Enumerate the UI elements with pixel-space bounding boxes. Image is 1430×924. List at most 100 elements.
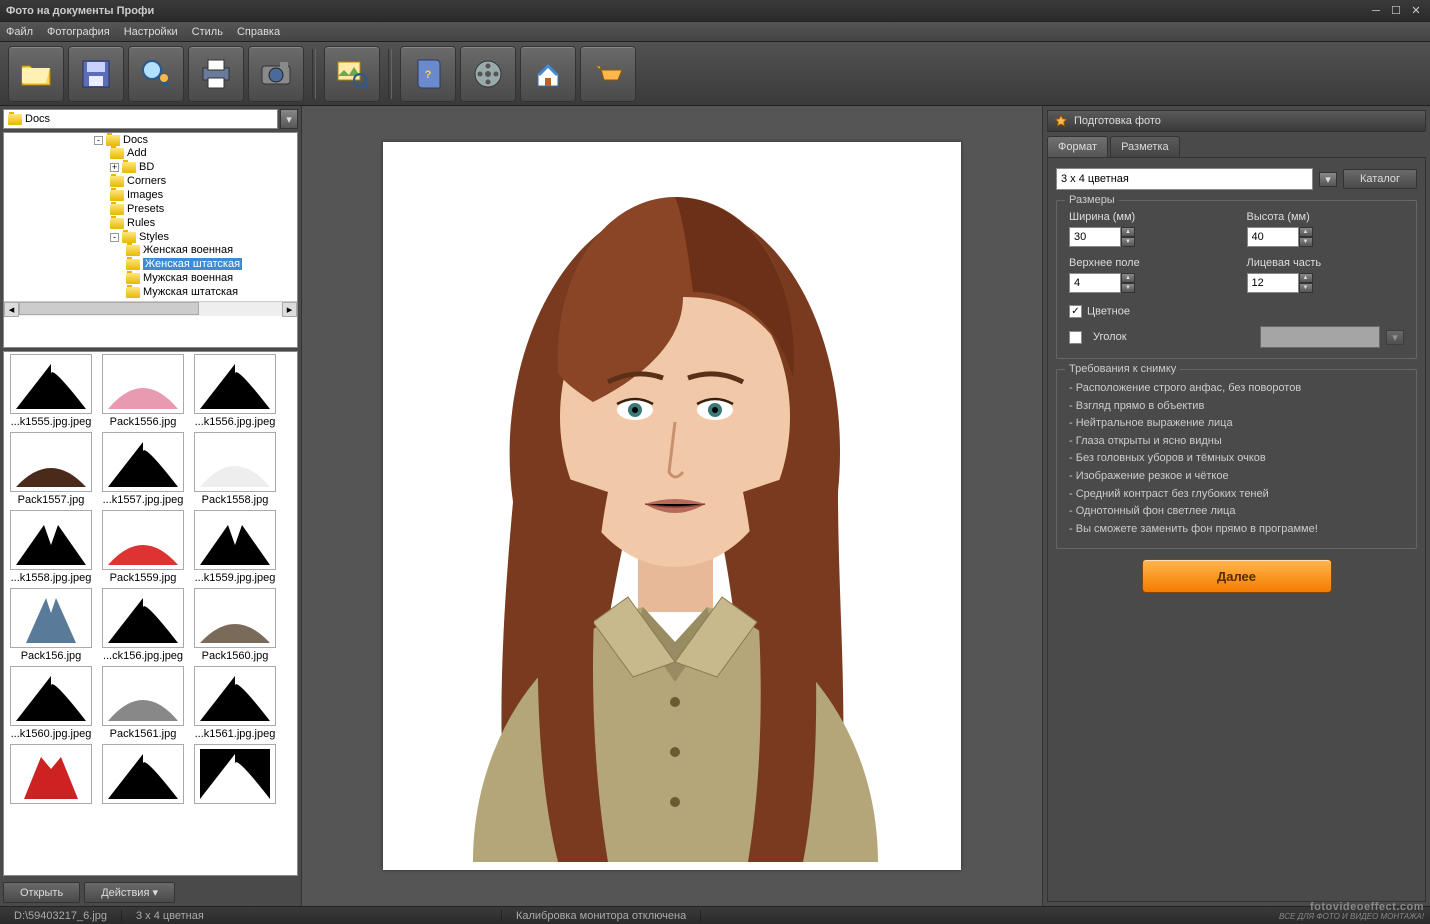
thumbnail-label: Pack1558.jpg [190, 492, 280, 508]
minimize-button[interactable]: ─ [1368, 4, 1384, 18]
thumbnail-item[interactable]: Pack1560.jpg [190, 588, 280, 664]
format-select[interactable]: 3 x 4 цветная [1056, 168, 1313, 190]
tree-node[interactable]: Corners [127, 175, 166, 187]
spin-down-icon[interactable]: ▼ [1121, 283, 1135, 293]
save-icon[interactable] [68, 46, 124, 102]
thumbnail-item[interactable]: ...k1555.jpg.jpeg [6, 354, 96, 430]
tree-node[interactable]: Images [127, 189, 163, 201]
maximize-button[interactable]: ☐ [1388, 4, 1404, 18]
video-icon[interactable] [460, 46, 516, 102]
window-title: Фото на документы Профи [6, 5, 1364, 17]
tree-leaf[interactable]: Мужская штатская [143, 286, 238, 298]
thumbnail-item[interactable]: Pack1561.jpg [98, 666, 188, 742]
status-format: 3 x 4 цветная [122, 910, 502, 922]
home-icon[interactable] [520, 46, 576, 102]
tree-node[interactable]: Add [127, 147, 147, 159]
tree-hscrollbar[interactable]: ◂ ▸ [4, 301, 297, 316]
requirement-item: Расположение строго анфас, без поворотов [1069, 380, 1404, 398]
tree-node[interactable]: Rules [127, 217, 155, 229]
catalog-button[interactable]: Каталог [1343, 169, 1417, 189]
topmargin-input[interactable] [1069, 273, 1121, 293]
color-checkbox[interactable] [1069, 305, 1082, 318]
menubar: Файл Фотография Настройки Стиль Справка [0, 22, 1430, 42]
thumbnail-item[interactable]: ...k1560.jpg.jpeg [6, 666, 96, 742]
tree-node-styles[interactable]: Styles [139, 231, 169, 243]
thumbnail-item[interactable]: Pack156.jpg [6, 588, 96, 664]
thumbnail-item[interactable]: ...k1557.jpg.jpeg [98, 432, 188, 508]
thumbnail-item[interactable]: ...k1558.jpg.jpeg [6, 510, 96, 586]
width-input[interactable] [1069, 227, 1121, 247]
spin-up-icon[interactable]: ▲ [1299, 273, 1313, 283]
spin-down-icon[interactable]: ▼ [1121, 237, 1135, 247]
folder-open-icon[interactable] [8, 46, 64, 102]
menu-file[interactable]: Файл [6, 26, 33, 38]
tree-node[interactable]: BD [139, 161, 154, 173]
thumbnail-item[interactable]: Pack1558.jpg [190, 432, 280, 508]
corner-checkbox[interactable] [1069, 331, 1082, 344]
scroll-left-icon[interactable]: ◂ [4, 302, 19, 317]
tab-format[interactable]: Формат [1047, 136, 1108, 157]
expander-icon[interactable]: + [110, 163, 119, 172]
thumbnail-item[interactable]: Pack1557.jpg [6, 432, 96, 508]
print-icon[interactable] [188, 46, 244, 102]
requirements-list: Расположение строго анфас, без поворотов… [1069, 380, 1404, 538]
picture-search-icon[interactable] [324, 46, 380, 102]
folder-icon [106, 135, 120, 146]
thumbnail-image [102, 432, 184, 492]
path-input[interactable]: Docs [3, 109, 278, 129]
scroll-right-icon[interactable]: ▸ [282, 302, 297, 317]
tree-leaf[interactable]: Мужская военная [143, 272, 233, 284]
right-panel: Подготовка фото Формат Разметка 3 x 4 цв… [1042, 106, 1430, 906]
camera-icon[interactable] [248, 46, 304, 102]
close-button[interactable]: ✕ [1408, 4, 1424, 18]
width-label: Ширина (мм) [1069, 211, 1227, 223]
help-book-icon[interactable]: ? [400, 46, 456, 102]
thumbnail-item[interactable] [98, 744, 188, 808]
height-input[interactable] [1247, 227, 1299, 247]
status-bar: D:\59403217_6.jpg 3 x 4 цветная Калибров… [0, 906, 1430, 924]
thumbnail-image [194, 510, 276, 570]
tree-node[interactable]: Presets [127, 203, 164, 215]
thumbnail-item[interactable] [190, 744, 280, 808]
requirement-item: Средний контраст без глубоких теней [1069, 486, 1404, 504]
spin-down-icon[interactable]: ▼ [1299, 237, 1313, 247]
thumbnail-item[interactable] [6, 744, 96, 808]
tree-leaf-selected[interactable]: Женская штатская [143, 258, 242, 270]
thumbnail-item[interactable]: Pack1559.jpg [98, 510, 188, 586]
thumbnail-item[interactable]: ...k1561.jpg.jpeg [190, 666, 280, 742]
thumbnail-item[interactable]: ...k1556.jpg.jpeg [190, 354, 280, 430]
spin-up-icon[interactable]: ▲ [1121, 227, 1135, 237]
thumbnail-item[interactable]: ...ck156.jpg.jpeg [98, 588, 188, 664]
thumbnail-item[interactable]: Pack1556.jpg [98, 354, 188, 430]
preview-icon[interactable] [128, 46, 184, 102]
tree-leaf[interactable]: Женская военная [143, 244, 233, 256]
expander-icon[interactable]: - [110, 233, 119, 242]
menu-style[interactable]: Стиль [192, 26, 223, 38]
sizes-legend: Размеры [1065, 194, 1119, 206]
menu-settings[interactable]: Настройки [124, 26, 178, 38]
thumbnail-label: ...k1560.jpg.jpeg [6, 726, 96, 742]
open-button[interactable]: Открыть [3, 882, 80, 903]
actions-button[interactable]: Действия ▾ [84, 882, 175, 903]
thumbnail-image [10, 432, 92, 492]
requirement-item: Глаза открыты и ясно видны [1069, 433, 1404, 451]
menu-photo[interactable]: Фотография [47, 26, 110, 38]
format-select-arrow[interactable]: ▾ [1319, 172, 1337, 187]
path-dropdown-button[interactable]: ▾ [280, 109, 298, 129]
cart-icon[interactable] [580, 46, 636, 102]
spin-up-icon[interactable]: ▲ [1121, 273, 1135, 283]
photo-preview[interactable] [383, 142, 961, 870]
tree-root[interactable]: Docs [123, 134, 148, 146]
thumbnail-item[interactable]: ...k1559.jpg.jpeg [190, 510, 280, 586]
spin-down-icon[interactable]: ▼ [1299, 283, 1313, 293]
menu-help[interactable]: Справка [237, 26, 280, 38]
thumbnails-panel[interactable]: ...k1555.jpg.jpegPack1556.jpg...k1556.jp… [3, 351, 298, 876]
scroll-thumb[interactable] [19, 302, 199, 315]
spin-up-icon[interactable]: ▲ [1299, 227, 1313, 237]
next-button[interactable]: Далее [1142, 559, 1332, 593]
thumbnail-label: ...k1559.jpg.jpeg [190, 570, 280, 586]
tab-markup[interactable]: Разметка [1110, 136, 1180, 157]
expander-icon[interactable]: - [94, 136, 103, 145]
folder-tree[interactable]: - Docs Add + BD Corners Images Presets Rul… [3, 132, 298, 348]
facepart-input[interactable] [1247, 273, 1299, 293]
